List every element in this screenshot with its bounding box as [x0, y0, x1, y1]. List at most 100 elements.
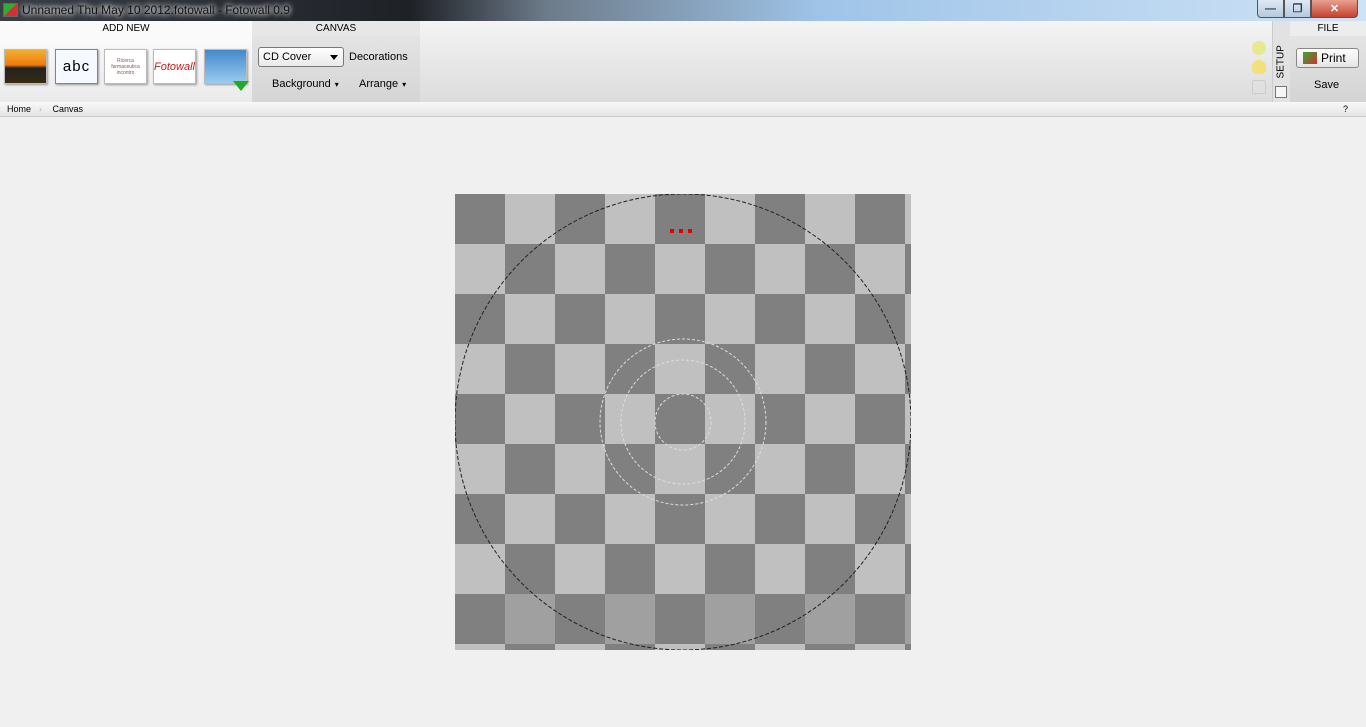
setup-label[interactable]: SETUP	[1276, 39, 1287, 78]
checker-square	[905, 194, 911, 244]
chevron-down-icon: ▾	[334, 80, 339, 89]
background-button[interactable]: Background ▾	[272, 78, 339, 90]
checker-square	[455, 194, 505, 244]
add-picture-button[interactable]	[4, 49, 47, 84]
arrange-button[interactable]: Arrange ▾	[359, 78, 406, 90]
checker-square	[605, 194, 655, 244]
chevron-right-icon: ›	[39, 104, 43, 114]
add-new-header: ADD NEW	[0, 21, 252, 36]
checker-square	[705, 344, 755, 394]
checker-square	[805, 544, 855, 594]
checker-square	[455, 394, 505, 444]
checker-square	[855, 594, 905, 644]
checker-square	[555, 344, 605, 394]
checker-square	[505, 344, 555, 394]
print-button[interactable]: Print	[1296, 48, 1359, 68]
checker-square	[505, 644, 555, 650]
download-arrow-icon	[233, 81, 249, 91]
window-title: Unnamed Thu May 10 2012.fotowall - Fotow…	[22, 3, 290, 17]
checker-square	[455, 244, 505, 294]
exact-size-icon[interactable]	[1252, 80, 1266, 94]
checker-square	[605, 294, 655, 344]
add-text-button[interactable]: abc	[55, 49, 98, 84]
checker-square	[505, 244, 555, 294]
minimize-button[interactable]: —	[1257, 0, 1284, 18]
setup-checkbox[interactable]	[1275, 86, 1287, 98]
maximize-button[interactable]: ❐	[1284, 0, 1311, 18]
checker-square	[505, 544, 555, 594]
checker-square	[555, 394, 605, 444]
checker-square	[805, 594, 855, 644]
decorations-label: Decorations	[349, 51, 408, 63]
checker-square	[805, 644, 855, 650]
checker-square	[655, 444, 705, 494]
checker-square	[655, 194, 705, 244]
checker-square	[755, 244, 805, 294]
handle-dot[interactable]	[679, 229, 683, 233]
checker-square	[605, 594, 655, 644]
checker-square	[905, 244, 911, 294]
title-bar: Unnamed Thu May 10 2012.fotowall - Fotow…	[0, 0, 1366, 21]
checker-square	[905, 294, 911, 344]
checker-square	[855, 194, 905, 244]
checker-square	[455, 444, 505, 494]
checker-square	[655, 244, 705, 294]
checker-square	[555, 244, 605, 294]
checker-square	[505, 494, 555, 544]
checker-square	[655, 494, 705, 544]
canvas-mode-select[interactable]: CD Cover	[258, 47, 344, 67]
checker-square	[605, 344, 655, 394]
checker-square	[905, 594, 911, 644]
breadcrumb-canvas[interactable]: Canvas	[53, 104, 84, 114]
lightbulb-icon[interactable]	[1252, 60, 1266, 74]
file-header: FILE	[1290, 21, 1366, 36]
checker-square	[555, 444, 605, 494]
close-button[interactable]: ✕	[1311, 0, 1358, 18]
checker-square	[805, 494, 855, 544]
checker-square	[905, 544, 911, 594]
handle-dot[interactable]	[670, 229, 674, 233]
checker-square	[855, 344, 905, 394]
checker-square	[855, 294, 905, 344]
help-button[interactable]: ?	[1343, 104, 1348, 114]
checker-square	[705, 444, 755, 494]
checker-square	[905, 494, 911, 544]
canvas-area[interactable]	[455, 194, 911, 650]
add-internet-picture-button[interactable]	[204, 49, 249, 91]
checker-square	[755, 294, 805, 344]
cd-cover-canvas[interactable]	[455, 194, 911, 650]
ribbon-spacer	[420, 21, 1272, 102]
smiley-icon[interactable]	[1252, 41, 1266, 55]
checker-square	[605, 244, 655, 294]
canvas-header: CANVAS	[252, 21, 420, 36]
checker-square	[905, 444, 911, 494]
checker-square	[655, 544, 705, 594]
checker-square	[455, 594, 505, 644]
add-webcam-button[interactable]: Fotowall	[153, 49, 196, 84]
checker-square	[755, 444, 805, 494]
checker-square	[605, 394, 655, 444]
add-wordcloud-button[interactable]: Ricerca farmaceutica incontro	[104, 49, 147, 84]
handle-dot[interactable]	[688, 229, 692, 233]
save-button[interactable]: Save	[1314, 79, 1339, 91]
checker-square	[755, 494, 805, 544]
checker-square	[655, 594, 705, 644]
checker-square	[705, 394, 755, 444]
checker-square	[455, 344, 505, 394]
checker-square	[655, 394, 705, 444]
checker-square	[555, 544, 605, 594]
decorations-button[interactable]: Decorations	[349, 51, 408, 63]
add-new-group: ADD NEW abc Ricerca farmaceutica incontr…	[0, 21, 252, 102]
ribbon: ADD NEW abc Ricerca farmaceutica incontr…	[0, 21, 1366, 102]
print-label: Print	[1321, 51, 1346, 65]
checker-square	[905, 644, 911, 650]
checker-square	[505, 394, 555, 444]
checker-square	[755, 394, 805, 444]
checker-square	[705, 594, 755, 644]
checker-square	[455, 644, 505, 650]
breadcrumb-home[interactable]: Home	[7, 104, 31, 114]
checker-square	[755, 344, 805, 394]
checker-square	[705, 544, 755, 594]
checker-square	[505, 194, 555, 244]
checker-square	[555, 594, 605, 644]
